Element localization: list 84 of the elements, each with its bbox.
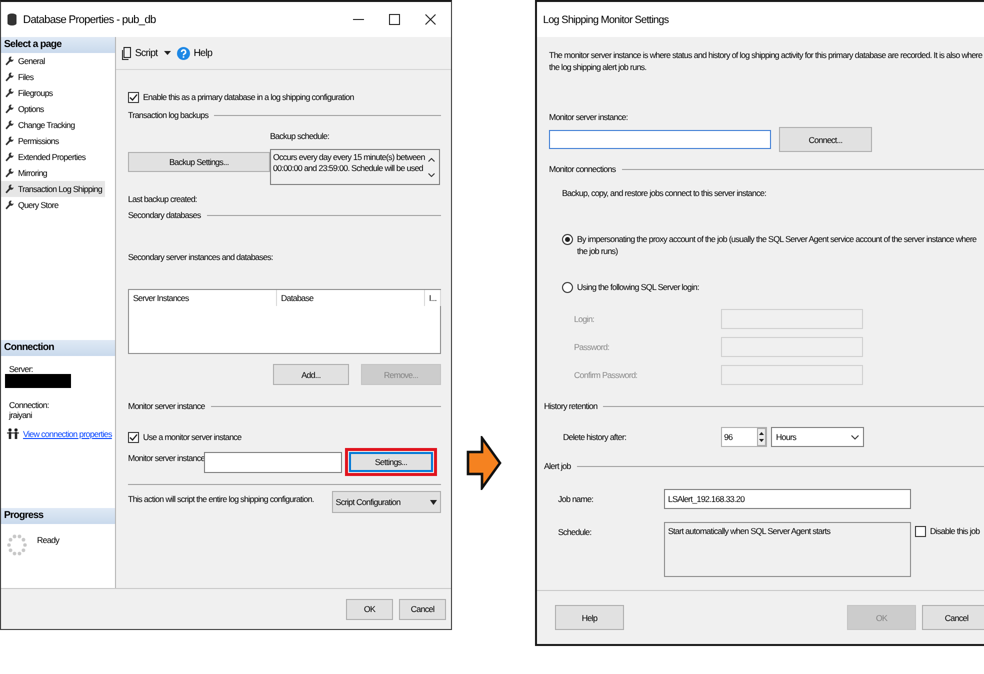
field-label: Monitor server instance	[128, 452, 204, 464]
server-label: Server:	[8, 364, 34, 374]
unit-dropdown[interactable]: Hours	[771, 427, 864, 447]
scroll-down-icon[interactable]	[428, 172, 434, 176]
script-configuration-button[interactable]: Script Configuration	[332, 491, 441, 513]
add-button[interactable]: Add...	[273, 364, 349, 385]
dialog-button[interactable]: Cancel	[922, 605, 984, 630]
settings-button[interactable]: Settings...	[349, 452, 433, 472]
section-header: Transaction log backups	[128, 109, 208, 121]
checkbox[interactable]	[128, 432, 139, 442]
field-label: Backup schedule:	[270, 130, 330, 142]
number-field[interactable]: 96	[721, 427, 767, 447]
field-label: Job name:	[557, 493, 594, 505]
field-label: Monitor server instance:	[549, 111, 628, 123]
sidebar-item[interactable]: Filegroups	[1, 85, 56, 101]
section-header: Alert job	[544, 460, 571, 472]
spinner-icon	[7, 534, 27, 556]
sidebar-header: Progress	[1, 508, 115, 524]
window-title: Log Shipping Monitor Settings	[543, 14, 669, 26]
schedule-field[interactable]: Start automatically when SQL Server Agent starts	[664, 522, 911, 577]
sidebar-header: Connection	[1, 340, 115, 356]
sidebar-item[interactable]: Extended Properties	[1, 149, 89, 165]
dialog-button[interactable]: Help	[555, 605, 624, 630]
checkbox[interactable]	[128, 92, 139, 102]
sidebar-item[interactable]: General	[1, 53, 48, 69]
checkbox-label[interactable]: Enable this as a primary database in a log shipping configuration	[143, 91, 354, 103]
spin-arrows-icon[interactable]	[757, 428, 766, 446]
radio-button[interactable]	[562, 234, 573, 245]
connections-note: Backup, copy, and restore jobs connect to this server instance:	[562, 187, 766, 199]
dialog-button[interactable]: Cancel	[399, 598, 446, 620]
sidebar-item[interactable]: Options	[1, 101, 47, 117]
caret-icon	[430, 500, 438, 504]
job-name-field[interactable]: LSAlert_192.168.33.20	[664, 489, 911, 509]
maximize-icon	[388, 14, 400, 25]
sidebar-item[interactable]: Mirroring	[1, 165, 50, 181]
minimize-icon	[352, 18, 364, 20]
connection-label: Connection:	[8, 400, 50, 410]
description-text: The monitor server instance is where status and history of log shipping activity for this primary database are recorded. It is also where the log shipping alert job runs.	[549, 49, 983, 73]
sidebar-item[interactable]: Change Tracking	[1, 117, 78, 133]
field-label: Secondary server instances and databases:	[128, 251, 273, 263]
caret-icon[interactable]	[164, 51, 171, 55]
sidebar-item[interactable]: Files	[1, 69, 36, 85]
field-label: Delete history after:	[562, 431, 628, 443]
radio-label[interactable]: Using the following SQL Server login:	[577, 281, 984, 293]
field-label: Confirm Password:	[573, 369, 638, 381]
sidebar-item[interactable]: Permissions	[1, 133, 62, 149]
section-header: History retention	[544, 400, 598, 412]
radio-button[interactable]	[562, 282, 573, 293]
monitor-instance-field[interactable]	[204, 452, 342, 472]
close-icon	[424, 14, 436, 25]
field-label: Schedule:	[557, 526, 592, 538]
help-button[interactable]: Help	[176, 46, 212, 60]
scroll-up-icon[interactable]	[428, 158, 434, 162]
section-header: Secondary databases	[128, 209, 201, 221]
checkbox-label[interactable]: Disable this job	[930, 525, 980, 537]
script-icon	[122, 46, 131, 60]
field-label: Last backup created:	[128, 193, 197, 205]
backup-settings-button[interactable]: Backup Settings...	[128, 152, 270, 172]
script-note: This action will script the entire log shipping configuration.	[128, 493, 314, 505]
schedule-field[interactable]: Occurs every day every 15 minute(s) between 00:00:00 and 23:59:00. Schedule will be used	[270, 149, 440, 185]
window-title: Database Properties - pub_db	[23, 14, 156, 26]
connect-button[interactable]: Connect...	[779, 127, 872, 152]
connection-link[interactable]: View connection properties	[23, 428, 112, 438]
sidebar-item[interactable]: Transaction Log Shipping	[1, 181, 106, 197]
redaction-bar	[5, 374, 71, 388]
arrow-icon	[466, 436, 502, 490]
help-icon	[176, 46, 190, 60]
sidebar-header: Select a page	[1, 37, 115, 53]
section-header: Monitor server instance	[128, 400, 205, 412]
radio-label[interactable]: By impersonating the proxy account of the job (usually the SQL Server Agent service account of the server instance where the job runs)	[577, 233, 984, 257]
chevron-down-icon	[851, 434, 859, 440]
field-label: Login:	[573, 313, 596, 325]
script-button[interactable]: Script	[122, 46, 158, 60]
checkbox-label[interactable]: Use a monitor server instance	[143, 431, 242, 443]
checkbox[interactable]	[915, 526, 926, 536]
section-header: Monitor connections	[549, 163, 616, 175]
people-icon	[7, 428, 19, 439]
monitor-instance-field[interactable]	[549, 130, 771, 149]
sidebar-item[interactable]: Query Store	[1, 197, 62, 213]
field-label: Password:	[573, 341, 610, 353]
progress-status: Ready	[37, 534, 60, 547]
database-icon	[7, 13, 17, 26]
dialog-button[interactable]: OK	[346, 598, 393, 620]
connection-value: jraiyani	[8, 410, 33, 420]
